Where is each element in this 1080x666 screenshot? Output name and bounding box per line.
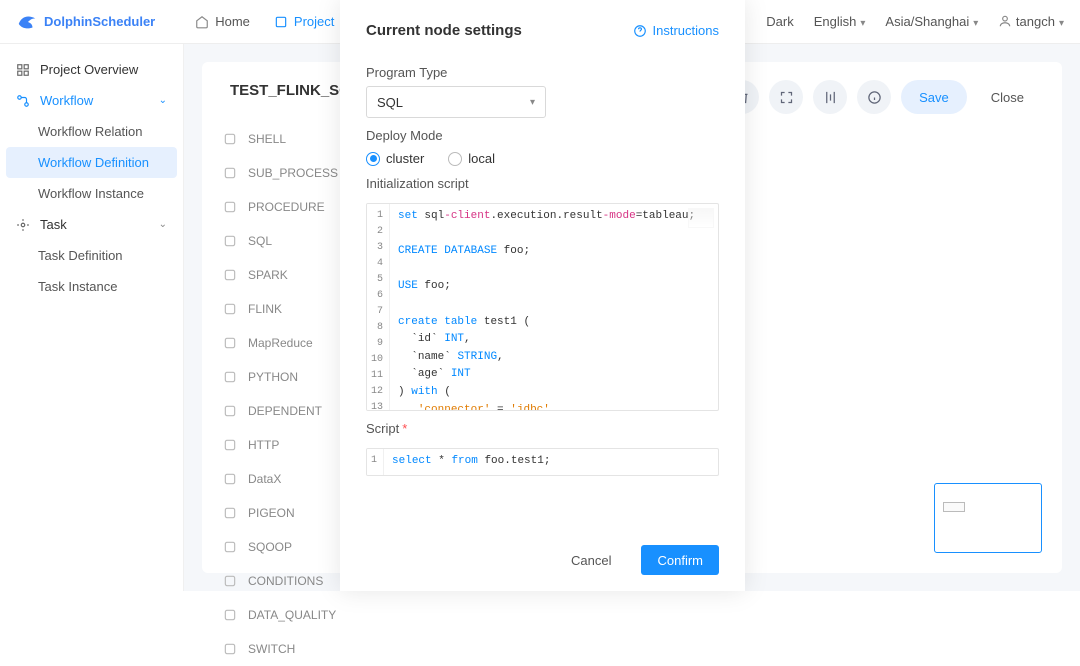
node-type-icon [222,641,238,657]
palette-item-pigeon[interactable]: PIGEON [216,496,346,530]
brand-text: DolphinScheduler [44,14,155,29]
node-type-icon [222,607,238,623]
panel-title: Current node settings [366,22,522,39]
timezone-selector[interactable]: Asia/Shanghai▾ [885,14,978,29]
palette-item-dependent[interactable]: DEPENDENT [216,394,346,428]
node-type-icon [222,539,238,555]
node-palette: SHELLSUB_PROCESSPROCEDURESQLSPARKFLINKMa… [216,122,346,666]
nav-home-label: Home [215,14,250,29]
node-type-icon [222,573,238,589]
cancel-button[interactable]: Cancel [555,545,627,575]
palette-item-sub_process[interactable]: SUB_PROCESS [216,156,346,190]
node-type-icon [222,267,238,283]
palette-item-http[interactable]: HTTP [216,428,346,462]
node-type-icon [222,199,238,215]
palette-item-switch[interactable]: SWITCH [216,632,346,666]
node-type-icon [222,301,238,317]
nav-home[interactable]: Home [195,14,250,29]
node-type-icon [222,437,238,453]
sidebar-item-task-definition[interactable]: Task Definition [6,240,177,271]
fullscreen-button[interactable] [769,80,803,114]
init-script-editor[interactable]: 1234567891011121314151617 set sql-client… [366,203,719,411]
workflow-icon [16,94,30,108]
instructions-link[interactable]: Instructions [633,23,719,38]
language-selector[interactable]: English▾ [814,14,866,29]
deploy-mode-cluster[interactable]: cluster [366,151,424,166]
sidebar-label: Task Definition [38,248,123,263]
palette-item-datax[interactable]: DataX [216,462,346,496]
sidebar-label: Workflow Definition [38,155,149,170]
radio-unselected-icon [448,152,462,166]
sidebar-label: Workflow [40,93,93,108]
sidebar: Project Overview Workflow ⌄ Workflow Rel… [0,44,184,591]
palette-item-shell[interactable]: SHELL [216,122,346,156]
node-type-icon [222,131,238,147]
chevron-down-icon: ▾ [973,18,978,29]
palette-item-mapreduce[interactable]: MapReduce [216,326,346,360]
palette-item-sql[interactable]: SQL [216,224,346,258]
sidebar-item-workflow-relation[interactable]: Workflow Relation [6,116,177,147]
help-icon [633,24,647,38]
info-button[interactable] [857,80,891,114]
node-type-icon [222,369,238,385]
palette-item-procedure[interactable]: PROCEDURE [216,190,346,224]
user-menu[interactable]: tangch▾ [998,14,1064,29]
minimap[interactable] [934,483,1042,553]
save-button[interactable]: Save [901,80,967,114]
sidebar-label: Task Instance [38,279,118,294]
chevron-down-icon: ▾ [860,18,865,29]
nav-project[interactable]: Project [274,14,334,29]
minimap-viewport [943,502,965,512]
format-button[interactable] [813,80,847,114]
deploy-mode-local[interactable]: local [448,151,495,166]
deploy-mode-label: Deploy Mode [366,128,719,143]
select-value: SQL [377,95,403,110]
sidebar-item-task-instance[interactable]: Task Instance [6,271,177,302]
node-type-icon [222,505,238,521]
theme-toggle[interactable]: Dark [766,14,793,29]
sidebar-item-task[interactable]: Task ⌄ [6,209,177,240]
sidebar-label: Task [40,217,67,232]
script-label: Script* [366,421,719,436]
home-icon [195,15,209,29]
node-type-icon [222,233,238,249]
overview-icon [16,63,30,77]
confirm-button[interactable]: Confirm [641,545,719,575]
sidebar-label: Workflow Relation [38,124,143,139]
sidebar-item-project-overview[interactable]: Project Overview [6,54,177,85]
palette-item-python[interactable]: PYTHON [216,360,346,394]
close-button[interactable]: Close [977,80,1038,114]
chevron-down-icon: ⌄ [159,95,167,106]
node-type-icon [222,403,238,419]
program-type-select[interactable]: SQL ▾ [366,86,546,118]
sidebar-item-workflow[interactable]: Workflow ⌄ [6,85,177,116]
radio-selected-icon [366,152,380,166]
header-right: Dark English▾ Asia/Shanghai▾ tangch▾ [766,14,1064,29]
palette-item-data_quality[interactable]: DATA_QUALITY [216,598,346,632]
palette-item-sqoop[interactable]: SQOOP [216,530,346,564]
sidebar-label: Project Overview [40,62,138,77]
palette-item-conditions[interactable]: CONDITIONS [216,564,346,598]
palette-item-flink[interactable]: FLINK [216,292,346,326]
palette-item-spark[interactable]: SPARK [216,258,346,292]
task-icon [16,218,30,232]
dolphin-icon [16,11,38,33]
node-type-icon [222,165,238,181]
nav-project-label: Project [294,14,334,29]
sidebar-item-workflow-instance[interactable]: Workflow Instance [6,178,177,209]
node-type-icon [222,335,238,351]
sidebar-label: Workflow Instance [38,186,144,201]
script-editor[interactable]: 1 select * from foo.test1; [366,448,719,476]
project-icon [274,15,288,29]
chevron-down-icon: ▾ [530,97,535,108]
node-type-icon [222,471,238,487]
program-type-label: Program Type [366,65,719,80]
brand-logo[interactable]: DolphinScheduler [16,11,155,33]
init-script-label: Initialization script [366,176,719,191]
editor-minimap [688,208,714,228]
chevron-down-icon: ▾ [1059,18,1064,29]
sidebar-item-workflow-definition[interactable]: Workflow Definition [6,147,177,178]
node-settings-panel: Current node settings Instructions Progr… [340,0,745,591]
chevron-down-icon: ⌄ [159,219,167,230]
